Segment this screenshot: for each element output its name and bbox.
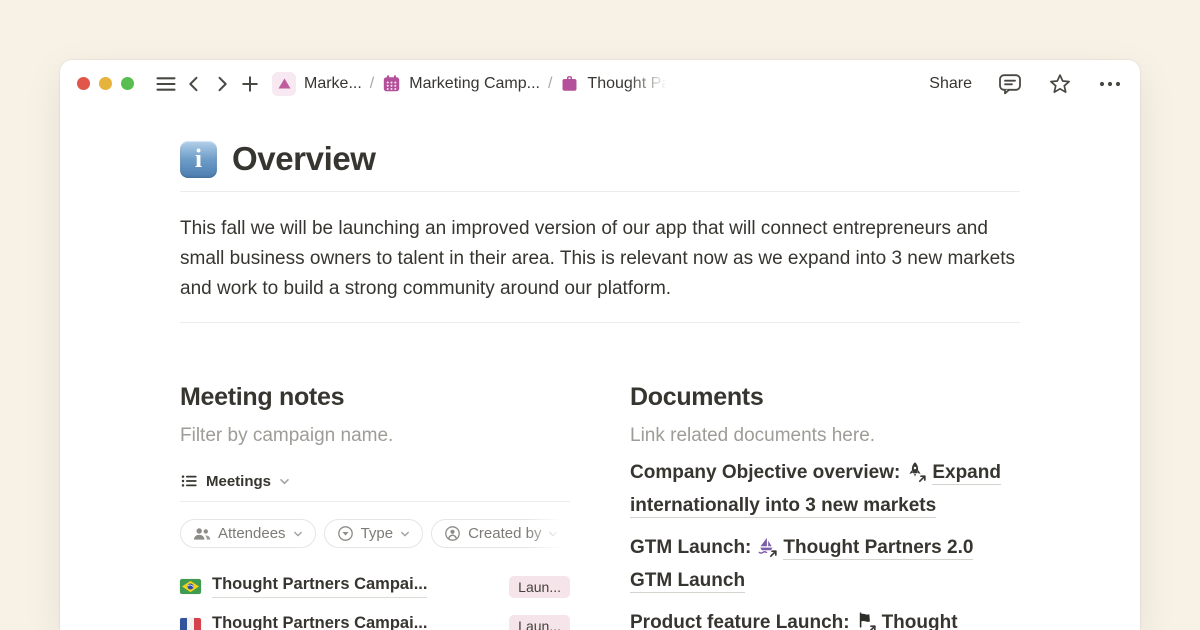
breadcrumb-item-thought-partners[interactable]: Thought Pa xyxy=(560,74,670,93)
meeting-row[interactable]: Thought Partners Campai... Laun... xyxy=(180,610,570,630)
star-icon xyxy=(1048,72,1072,96)
breadcrumb: Marke... / Marketing C xyxy=(272,72,670,96)
window-topbar: Marke... / Marketing C xyxy=(60,60,1140,107)
favorite-button[interactable] xyxy=(1048,72,1072,96)
meeting-notes-column: Meeting notes Filter by campaign name. xyxy=(180,383,570,630)
document-label: Product feature Launch: xyxy=(630,612,850,630)
breadcrumb-item-campaigns[interactable]: Marketing Camp... xyxy=(382,74,540,93)
chevron-right-icon xyxy=(212,74,232,94)
view-label: Meetings xyxy=(206,473,271,490)
filter-chip-label: Type xyxy=(361,525,394,542)
breadcrumb-label: Marketing Camp... xyxy=(409,75,540,93)
traffic-lights xyxy=(77,77,134,90)
chevron-down-icon xyxy=(293,529,303,539)
brazil-flag-icon xyxy=(180,579,201,594)
filter-chip-type[interactable]: Type xyxy=(324,519,424,548)
intro-paragraph: This fall we will be launching an improv… xyxy=(180,214,1020,304)
plus-icon xyxy=(240,74,260,94)
divider xyxy=(180,501,570,502)
page-title: Overview xyxy=(232,140,376,178)
person-icon xyxy=(444,525,461,542)
breadcrumb-label: Thought Pa xyxy=(587,75,670,93)
chevron-left-icon xyxy=(184,74,204,94)
rocket-icon xyxy=(906,461,928,483)
meeting-row[interactable]: Thought Partners Campai... Laun... xyxy=(180,571,570,602)
document-label: Company Objective overview: xyxy=(630,462,900,483)
more-options-button[interactable] xyxy=(1097,72,1123,96)
france-flag-icon xyxy=(180,618,201,630)
campaign-tag[interactable]: Laun... xyxy=(509,615,570,630)
document-item: Company Objective overview: xyxy=(630,456,1020,522)
documents-heading: Documents xyxy=(630,383,1020,412)
triangle-logo-icon xyxy=(272,72,296,96)
document-item: Product feature Launch: Thought xyxy=(630,606,1020,630)
documents-description: Link related documents here. xyxy=(630,425,1020,447)
select-icon xyxy=(337,525,354,542)
breadcrumb-label: Marke... xyxy=(304,75,362,93)
calendar-icon xyxy=(382,74,401,93)
minimize-window-button[interactable] xyxy=(99,77,112,90)
info-icon[interactable]: i xyxy=(180,141,217,178)
comment-bubble-icon xyxy=(997,72,1023,96)
page-content: i Overview This fall we will be launchin… xyxy=(60,140,1140,630)
ellipsis-icon xyxy=(1097,72,1123,96)
filter-chip-label: Created by xyxy=(468,525,541,542)
breadcrumb-separator: / xyxy=(370,75,374,93)
chevron-down-icon xyxy=(548,529,558,539)
document-link[interactable]: Thought xyxy=(882,612,958,630)
documents-column: Documents Link related documents here. C… xyxy=(630,383,1020,630)
sidebar-menu-button[interactable] xyxy=(152,70,180,98)
chevron-down-icon xyxy=(279,476,290,487)
hamburger-icon xyxy=(154,72,178,96)
filter-chips-row: Attendees Type xyxy=(180,519,570,548)
divider xyxy=(180,322,1020,323)
document-label: GTM Launch: xyxy=(630,537,751,558)
meeting-notes-description: Filter by campaign name. xyxy=(180,425,570,447)
document-item: GTM Launch: Thought Partners 2.0 GTM Lau… xyxy=(630,531,1020,597)
new-page-button[interactable] xyxy=(236,70,264,98)
filter-chip-label: Attendees xyxy=(218,525,286,542)
divider xyxy=(180,191,1020,192)
chevron-down-icon xyxy=(400,529,410,539)
comments-button[interactable] xyxy=(997,72,1023,96)
notion-window: Marke... / Marketing C xyxy=(60,60,1140,630)
bulleted-list-icon xyxy=(180,472,198,490)
filter-chip-attendees[interactable]: Attendees xyxy=(180,519,316,548)
share-button[interactable]: Share xyxy=(929,75,972,93)
sailboat-icon xyxy=(757,536,779,558)
meeting-page-link[interactable]: Thought Partners Campai... xyxy=(212,575,427,598)
breadcrumb-item-workspace[interactable]: Marke... xyxy=(272,72,362,96)
meeting-page-link[interactable]: Thought Partners Campai... xyxy=(212,614,427,630)
black-flag-icon xyxy=(856,611,878,630)
close-window-button[interactable] xyxy=(77,77,90,90)
campaign-tag[interactable]: Laun... xyxy=(509,576,570,598)
briefcase-icon xyxy=(560,74,579,93)
meeting-notes-heading: Meeting notes xyxy=(180,383,570,412)
forward-button[interactable] xyxy=(208,70,236,98)
breadcrumb-separator: / xyxy=(548,75,552,93)
filter-chip-created-by[interactable]: Created by xyxy=(431,519,570,548)
meetings-view-selector[interactable]: Meetings xyxy=(180,472,570,490)
back-button[interactable] xyxy=(180,70,208,98)
page-title-row: i Overview xyxy=(180,140,1020,178)
people-icon xyxy=(193,526,211,542)
zoom-window-button[interactable] xyxy=(121,77,134,90)
